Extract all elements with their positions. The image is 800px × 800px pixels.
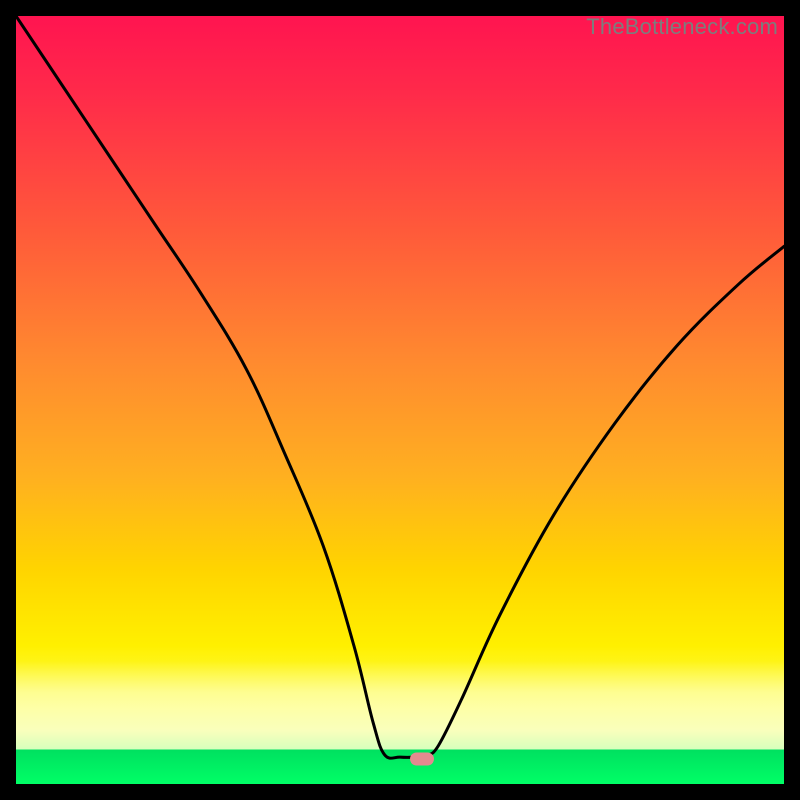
chart-stage: TheBottleneck.com (0, 0, 800, 800)
plot-area (16, 16, 784, 784)
curve-layer (16, 16, 784, 784)
bottleneck-curve (16, 16, 784, 758)
min-marker (410, 752, 434, 765)
watermark-text: TheBottleneck.com (586, 14, 778, 40)
